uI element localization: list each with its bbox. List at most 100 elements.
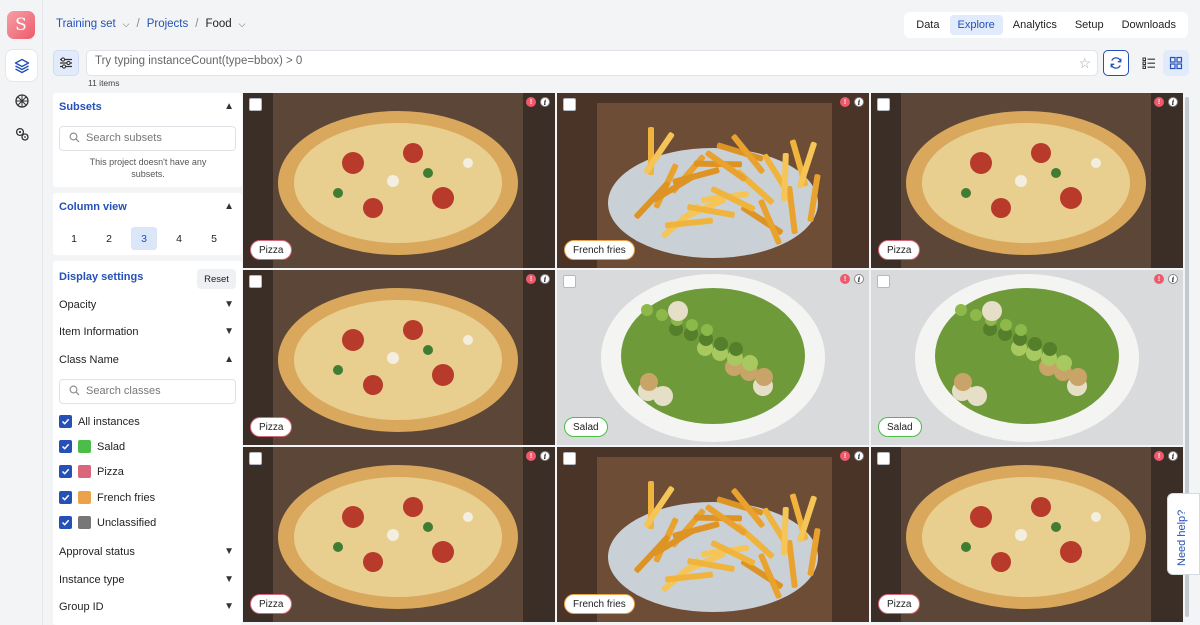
column-view-title: Column view <box>59 201 127 213</box>
info-icon[interactable]: i <box>540 274 550 284</box>
star-icon[interactable]: ☆ <box>1078 55 1091 72</box>
warning-icon[interactable]: ! <box>840 274 850 284</box>
grid-item[interactable]: ! i Pizza <box>243 270 555 445</box>
tab-analytics[interactable]: Analytics <box>1005 15 1065 35</box>
info-icon[interactable]: i <box>854 97 864 107</box>
checkbox-checked-icon[interactable] <box>59 440 72 453</box>
class-french-fries[interactable]: French fries <box>59 491 155 504</box>
grid-item[interactable]: ! i Pizza <box>871 447 1183 622</box>
app-logo[interactable]: S <box>7 11 35 39</box>
column-option-1[interactable]: 1 <box>61 227 87 250</box>
grid-item[interactable]: ! i Pizza <box>871 93 1183 268</box>
warning-icon[interactable]: ! <box>526 451 536 461</box>
subsets-search <box>59 126 236 151</box>
class-label-chip: Pizza <box>250 240 293 260</box>
grid-item[interactable]: ! i French fries <box>557 447 869 622</box>
reset-button[interactable]: Reset <box>197 269 236 289</box>
column-option-2[interactable]: 2 <box>96 227 122 250</box>
item-status-icons: ! i <box>526 97 550 107</box>
checkbox-checked-icon[interactable] <box>59 415 72 428</box>
tab-explore[interactable]: Explore <box>949 15 1003 35</box>
tab-data[interactable]: Data <box>908 15 947 35</box>
settings-gears-icon[interactable] <box>6 118 37 149</box>
need-help-button[interactable]: Need help? <box>1167 493 1200 575</box>
column-option-4[interactable]: 4 <box>166 227 192 250</box>
filter-sliders-button[interactable] <box>53 50 79 76</box>
layers-icon[interactable] <box>6 50 37 81</box>
item-checkbox[interactable] <box>563 275 576 288</box>
item-checkbox[interactable] <box>877 98 890 111</box>
tab-setup[interactable]: Setup <box>1067 15 1112 35</box>
info-icon[interactable]: i <box>540 451 550 461</box>
pizza-photo <box>243 447 555 622</box>
class-label-chip: Pizza <box>250 594 293 614</box>
item-checkbox[interactable] <box>249 275 262 288</box>
refresh-button[interactable] <box>1103 50 1129 76</box>
warning-icon[interactable]: ! <box>840 97 850 107</box>
breadcrumb-dataset[interactable]: Training set <box>56 18 116 30</box>
grid-item[interactable]: ! i Pizza <box>243 447 555 622</box>
class-pizza[interactable]: Pizza <box>59 465 124 478</box>
grid-item[interactable]: ! i Pizza <box>243 93 555 268</box>
sliders-icon <box>60 57 72 69</box>
item-checkbox[interactable] <box>563 452 576 465</box>
item-checkbox[interactable] <box>877 452 890 465</box>
class-label-chip: French fries <box>564 240 635 260</box>
chevron-down-icon: ▼ <box>224 574 234 585</box>
grid-item[interactable]: ! i Salad <box>557 270 869 445</box>
item-information-row[interactable]: Item Information ▼ <box>59 326 236 338</box>
item-checkbox[interactable] <box>877 275 890 288</box>
chevron-up-icon[interactable]: ▲ <box>224 101 234 112</box>
info-icon[interactable]: i <box>1168 274 1178 284</box>
approval-status-row[interactable]: Approval status ▼ <box>59 546 236 558</box>
class-color-swatch <box>78 465 91 478</box>
group-id-row[interactable]: Group ID ▼ <box>59 601 236 613</box>
pizza-photo <box>243 93 555 268</box>
chevron-up-icon[interactable]: ▲ <box>224 201 234 212</box>
warning-icon[interactable]: ! <box>1154 97 1164 107</box>
opacity-row[interactable]: Opacity ▼ <box>59 299 236 311</box>
item-checkbox[interactable] <box>249 98 262 111</box>
subsets-title: Subsets <box>59 101 102 113</box>
chevron-down-icon[interactable]: ⌵ <box>123 19 130 30</box>
query-search-input[interactable] <box>95 55 1055 67</box>
info-icon[interactable]: i <box>854 274 864 284</box>
search-icon <box>69 132 80 143</box>
list-view-button[interactable] <box>1136 50 1162 76</box>
query-search-bar: ☆ <box>86 50 1098 76</box>
warning-icon[interactable]: ! <box>526 97 536 107</box>
warning-icon[interactable]: ! <box>526 274 536 284</box>
class-label-chip: French fries <box>564 594 635 614</box>
class-salad[interactable]: Salad <box>59 440 125 453</box>
checkbox-checked-icon[interactable] <box>59 465 72 478</box>
tab-downloads[interactable]: Downloads <box>1114 15 1184 35</box>
info-icon[interactable]: i <box>540 97 550 107</box>
class-unclassified[interactable]: Unclassified <box>59 516 156 529</box>
column-option-3[interactable]: 3 <box>131 227 157 250</box>
class-label: French fries <box>97 491 156 504</box>
item-checkbox[interactable] <box>249 452 262 465</box>
subsets-search-input[interactable] <box>86 132 226 144</box>
breadcrumb-current[interactable]: Food <box>205 18 231 30</box>
breadcrumb-projects[interactable]: Projects <box>147 18 189 30</box>
info-icon[interactable]: i <box>1168 97 1178 107</box>
info-icon[interactable]: i <box>1168 451 1178 461</box>
logo-letter: S <box>15 15 27 35</box>
item-checkbox[interactable] <box>563 98 576 111</box>
checkbox-checked-icon[interactable] <box>59 491 72 504</box>
column-option-5[interactable]: 5 <box>201 227 227 250</box>
class-all-instances[interactable]: All instances <box>59 415 140 428</box>
class-name-row[interactable]: Class Name ▲ <box>59 354 236 366</box>
classes-search-input[interactable] <box>86 385 226 397</box>
chevron-down-icon[interactable]: ⌵ <box>239 19 246 30</box>
warning-icon[interactable]: ! <box>840 451 850 461</box>
warning-icon[interactable]: ! <box>1154 274 1164 284</box>
grid-item[interactable]: ! i Salad <box>871 270 1183 445</box>
checkbox-checked-icon[interactable] <box>59 516 72 529</box>
grid-item[interactable]: ! i French fries <box>557 93 869 268</box>
brain-icon[interactable] <box>6 85 37 116</box>
instance-type-row[interactable]: Instance type ▼ <box>59 574 236 586</box>
grid-view-button[interactable] <box>1163 50 1189 76</box>
info-icon[interactable]: i <box>854 451 864 461</box>
warning-icon[interactable]: ! <box>1154 451 1164 461</box>
